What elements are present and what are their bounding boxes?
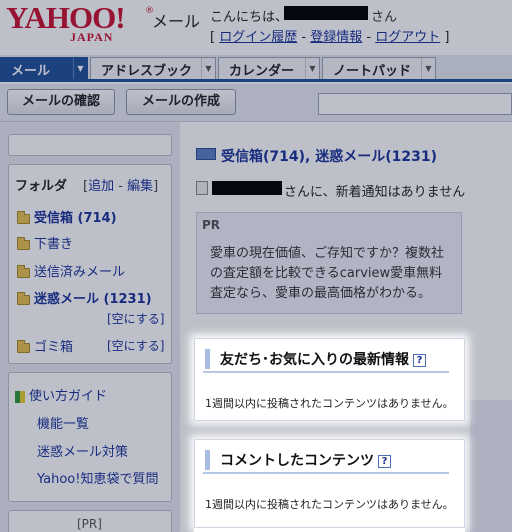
folder-label[interactable]: 受信箱 (714) xyxy=(34,211,117,226)
folder-label[interactable]: 下書き xyxy=(34,237,73,252)
empty-spam-link[interactable]: [空にする] xyxy=(107,310,164,327)
commented-contents-message: 1週間以内に投稿されたコンテンツはありません。 xyxy=(205,498,454,511)
commented-contents-title: コメントしたコンテンツ? xyxy=(205,450,391,470)
logout-link[interactable]: ログアウト xyxy=(375,30,440,45)
help-item-spam[interactable]: 迷惑メール対策 xyxy=(37,441,128,460)
commented-contents-box: コメントしたコンテンツ? 1週間以内に投稿されたコンテンツはありません。 xyxy=(194,439,465,528)
sidebar-pr-label: [PR] xyxy=(77,517,102,531)
sidebar-item-trash[interactable]: ゴミ箱 xyxy=(17,336,73,355)
sep: - xyxy=(118,179,123,194)
links-sep: - xyxy=(301,30,307,45)
tab-label: アドレスブック xyxy=(101,64,193,79)
sidebar-item-inbox[interactable]: 受信箱 (714) xyxy=(17,207,117,226)
friends-updates-title: 友だち･お気に入りの最新情報? xyxy=(205,349,426,369)
tab-label: メール xyxy=(11,64,51,79)
title-underline xyxy=(203,371,449,373)
links-sep: - xyxy=(366,30,372,45)
notification-icon xyxy=(196,181,208,195)
title-underline xyxy=(203,472,449,474)
greeting-suffix: さん xyxy=(371,10,398,25)
beginner-mark-icon xyxy=(15,390,25,403)
help-guide-label[interactable]: 使い方ガイド xyxy=(29,389,107,404)
help-item-label[interactable]: 迷惑メール対策 xyxy=(37,445,128,460)
redacted-username xyxy=(284,6,368,20)
add-folder-link[interactable]: 追加 xyxy=(88,179,114,194)
folder-label[interactable]: 送信済みメール xyxy=(34,265,125,280)
tab-mail[interactable]: メール ▼ xyxy=(0,57,88,79)
folder-icon xyxy=(17,264,30,278)
sidebar-item-spam[interactable]: 迷惑メール (1231) xyxy=(17,288,152,307)
redacted-username xyxy=(212,181,282,195)
pr-label: PR xyxy=(202,218,221,232)
friends-updates-title-text: 友だち･お気に入りの最新情報 xyxy=(220,352,409,368)
right-column-strip xyxy=(470,400,512,532)
friends-updates-message: 1週間以内に投稿されたコンテンツはありません。 xyxy=(205,397,454,410)
notification-text: さんに、新着通知はありません xyxy=(284,185,466,200)
sidebar-top-box xyxy=(8,134,172,156)
empty-trash-link[interactable]: [空にする] xyxy=(107,337,164,354)
inbox-summary-link[interactable]: 受信箱(714), 迷惑メール(1231) xyxy=(221,146,437,166)
links-bracket-close: ] xyxy=(444,30,450,45)
folder-icon xyxy=(17,210,30,224)
help-icon[interactable]: ? xyxy=(378,454,391,468)
help-icon[interactable]: ? xyxy=(413,353,426,367)
sidebar-item-sent[interactable]: 送信済みメール xyxy=(17,261,125,280)
help-guide-link[interactable]: 使い方ガイド xyxy=(15,385,107,404)
help-item-label[interactable]: 機能一覧 xyxy=(37,417,89,432)
sidebar-item-drafts[interactable]: 下書き xyxy=(17,233,73,252)
commented-contents-title-text: コメントしたコンテンツ xyxy=(220,453,374,469)
folder-label[interactable]: ゴミ箱 xyxy=(34,340,73,355)
trash-folder-icon xyxy=(17,339,30,353)
tab-addressbook[interactable]: アドレスブック ▼ xyxy=(90,57,216,79)
folders-title: フォルダ xyxy=(15,179,68,194)
registration-link[interactable]: 登録情報 xyxy=(310,30,362,45)
chevron-down-icon[interactable]: ▼ xyxy=(305,58,319,79)
yahoo-japan-logo-sub: JAPAN xyxy=(70,30,114,44)
compose-mail-button[interactable]: メールの作成 xyxy=(126,89,236,115)
envelope-icon xyxy=(196,148,216,160)
tab-label: カレンダー xyxy=(229,64,295,79)
folder-actions: [追加 - 編集] xyxy=(83,175,158,194)
sidebar-pr-box: [PR] xyxy=(8,510,172,532)
folder-icon xyxy=(17,291,30,305)
bracket: ] xyxy=(153,179,159,194)
folder-icon xyxy=(17,236,30,250)
pr-ad-text[interactable]: 愛車の現在価値、ご存知ですか？複数社の査定額を比較できるcarview愛車無料査… xyxy=(210,244,452,304)
service-name[interactable]: メール xyxy=(152,8,200,32)
check-mail-button[interactable]: メールの確認 xyxy=(7,89,115,115)
help-item-chiebukuro[interactable]: Yahoo!知恵袋で質問 xyxy=(37,468,158,487)
login-history-link[interactable]: ログイン履歴 xyxy=(219,30,297,45)
greeting-prefix: こんにちは、 xyxy=(210,10,289,25)
edit-folder-link[interactable]: 編集 xyxy=(127,179,153,194)
links-bracket-open: [ xyxy=(210,30,216,45)
tab-calendar[interactable]: カレンダー ▼ xyxy=(218,57,320,79)
help-item-features[interactable]: 機能一覧 xyxy=(37,413,89,432)
account-links: [ ログイン履歴 - 登録情報 - ログアウト ] xyxy=(210,26,449,45)
folder-label[interactable]: 迷惑メール (1231) xyxy=(34,292,152,307)
nav-bar: メール ▼ アドレスブック ▼ カレンダー ▼ ノートパッド ▼ xyxy=(0,55,512,82)
tab-notepad[interactable]: ノートパッド ▼ xyxy=(322,57,436,79)
chevron-down-icon[interactable]: ▼ xyxy=(73,58,87,79)
friends-updates-box: 友だち･お気に入りの最新情報? 1週間以内に投稿されたコンテンツはありません。 xyxy=(194,338,465,421)
help-panel: 使い方ガイド 機能一覧 迷惑メール対策 Yahoo!知恵袋で質問 xyxy=(8,372,172,502)
help-item-label[interactable]: Yahoo!知恵袋で質問 xyxy=(37,472,158,487)
chevron-down-icon[interactable]: ▼ xyxy=(201,58,215,79)
tab-label: ノートパッド xyxy=(333,64,412,79)
search-input[interactable] xyxy=(318,93,512,115)
folders-panel: フォルダ [追加 - 編集] 受信箱 (714) 下書き 送信済みメール 迷惑メ… xyxy=(8,164,172,364)
chevron-down-icon[interactable]: ▼ xyxy=(421,58,435,79)
toolbar: メールの確認 メールの作成 xyxy=(0,84,512,122)
